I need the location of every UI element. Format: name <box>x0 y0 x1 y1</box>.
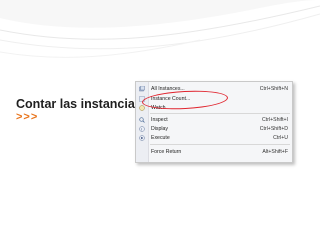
menu-item-inspect[interactable]: Inspect Ctrl+Shift+I <box>136 116 292 124</box>
menu-item-label: Display <box>151 126 169 132</box>
execute-icon <box>139 135 145 141</box>
menu-separator <box>150 144 290 145</box>
instances-icon <box>139 86 145 92</box>
menu-item-shortcut: Ctrl+Shift+D <box>259 126 288 132</box>
svg-text:i: i <box>141 126 142 131</box>
chevrons: >>> <box>16 111 39 123</box>
menu-item-force-return[interactable]: Force Return Alt+Shift+F <box>136 148 292 156</box>
menu-separator <box>150 113 290 114</box>
menu-item-label: Inspect <box>151 117 168 123</box>
watch-icon <box>139 105 145 111</box>
menu-item-shortcut: Alt+Shift+F <box>262 149 288 155</box>
menu-item-label: Force Return <box>151 149 182 155</box>
display-icon: i <box>139 126 145 132</box>
menu-item-shortcut: Ctrl+U <box>273 135 288 141</box>
menu-item-label: Execute <box>151 135 170 141</box>
inspect-icon <box>139 117 145 123</box>
slide-text: Contar las instancias <box>16 97 142 111</box>
menu-item-display[interactable]: i Display Ctrl+Shift+D <box>136 125 292 133</box>
menu-item-execute[interactable]: Execute Ctrl+U <box>136 134 292 142</box>
menu-item-shortcut: Ctrl+Shift+I <box>262 117 288 123</box>
menu-item-shortcut: Ctrl+Shift+N <box>259 86 288 92</box>
